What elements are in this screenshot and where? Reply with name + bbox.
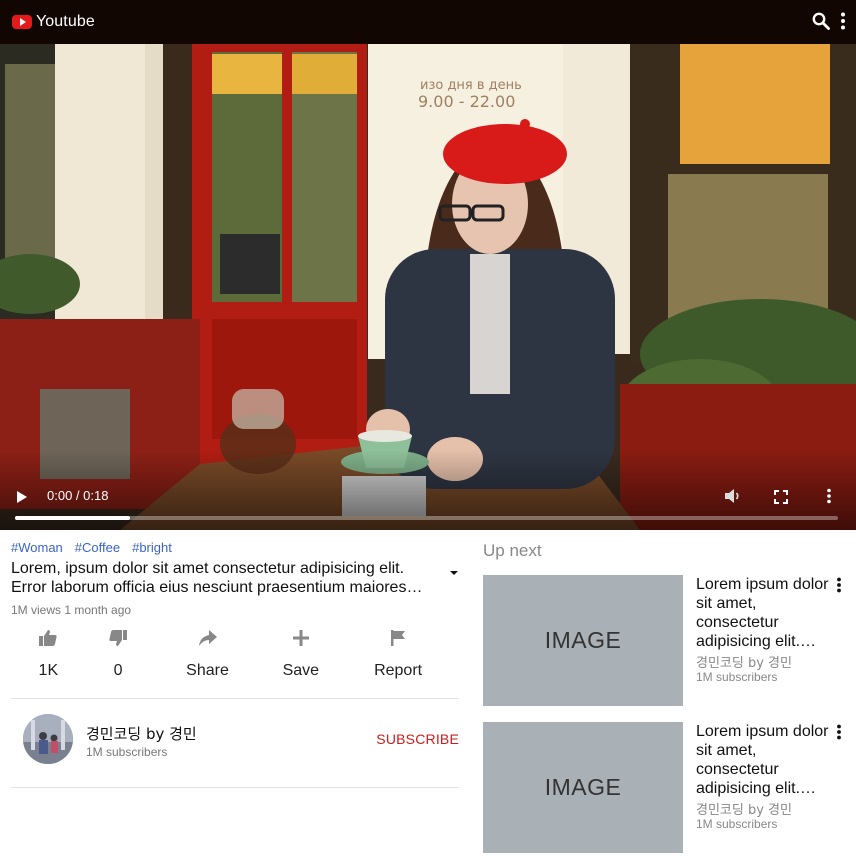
share-label: Share [186,662,229,679]
search-icon[interactable] [812,12,830,30]
divider [11,787,459,788]
thumbs-up-icon [38,629,58,652]
subscribe-button[interactable]: SUBSCRIBE [376,731,459,747]
dislike-button[interactable]: 0 [86,629,151,693]
more-vertical-icon[interactable] [840,12,846,30]
recommended-video[interactable]: IMAGE Lorem ipsum dolor sit amet, consec… [483,575,853,722]
player-controls: 0:00 / 0:18 [0,450,856,530]
flag-icon [389,629,407,652]
recommended-video[interactable]: IMAGE Lorem ipsum dolor sit amet, consec… [483,722,853,862]
play-icon[interactable] [16,490,28,509]
avatar[interactable] [23,714,73,764]
recommended-subscribers: 1M subscribers [696,817,778,831]
up-next-heading: Up next [483,541,542,560]
thumbs-down-icon [108,629,128,652]
dislike-count: 0 [113,662,123,679]
up-next-panel: Up next IMAGE Lorem ipsum dolor sit amet… [483,541,853,862]
progress-fill [15,516,131,520]
tag-link[interactable]: #Coffee [75,540,120,555]
like-count: 1K [38,662,59,679]
recommended-subscribers: 1M subscribers [696,670,778,684]
save-label: Save [282,662,320,679]
video-thumbnail[interactable]: IMAGE [483,575,683,706]
sign-text-hours: 9.00 - 22.00 [418,92,515,111]
tag-link[interactable]: #Woman [11,540,63,555]
volume-icon[interactable] [724,488,742,509]
save-button[interactable]: Save [264,629,337,693]
header-actions [812,12,846,30]
report-label: Report [374,662,423,679]
channel-name[interactable]: 경민코딩 by 경민 [86,723,197,744]
title-row: Lorem, ipsum dolor sit amet consectetur … [11,559,459,597]
more-vertical-icon[interactable] [836,724,842,745]
share-icon [198,629,218,652]
recommended-title[interactable]: Lorem ipsum dolor sit amet, consectetur … [696,575,836,651]
channel-subscribers: 1M subscribers [86,745,168,759]
video-player[interactable]: изо дня в день 9.00 - 22.00 0:00 / 0:18 [0,44,856,530]
top-app-bar: Youtube [0,0,856,44]
tag-list: #Woman #Coffee #bright [11,540,459,555]
brand-name: Youtube [36,13,95,30]
recommended-title[interactable]: Lorem ipsum dolor sit amet, consectetur … [696,722,836,798]
more-vertical-icon[interactable] [836,577,842,598]
plus-icon [292,629,310,652]
report-button[interactable]: Report [337,629,459,693]
like-button[interactable]: 1K [11,629,86,693]
recommended-channel: 경민코딩 by 경민 [696,803,792,818]
tag-link[interactable]: #bright [132,540,172,555]
video-info: #Woman #Coffee #bright Lorem, ipsum dolo… [11,540,459,788]
sign-text-hours-label: изо дня в день [420,78,522,93]
video-thumbnail[interactable]: IMAGE [483,722,683,853]
fullscreen-icon[interactable] [774,490,788,509]
more-vertical-icon[interactable] [826,488,832,509]
caret-down-icon[interactable] [449,563,459,581]
progress-bar[interactable] [15,516,838,520]
logo[interactable]: Youtube [12,13,95,31]
video-title: Lorem, ipsum dolor sit amet consectetur … [11,560,423,596]
share-button[interactable]: Share [151,629,265,693]
recommended-channel: 경민코딩 by 경민 [696,656,792,671]
channel-row: 경민코딩 by 경민 1M subscribers SUBSCRIBE [11,699,459,783]
time-display: 0:00 / 0:18 [47,488,109,503]
youtube-logo-icon [12,15,32,29]
video-meta: 1M views 1 month ago [11,603,132,617]
action-bar: 1K 0 Share Save Report [11,629,459,693]
